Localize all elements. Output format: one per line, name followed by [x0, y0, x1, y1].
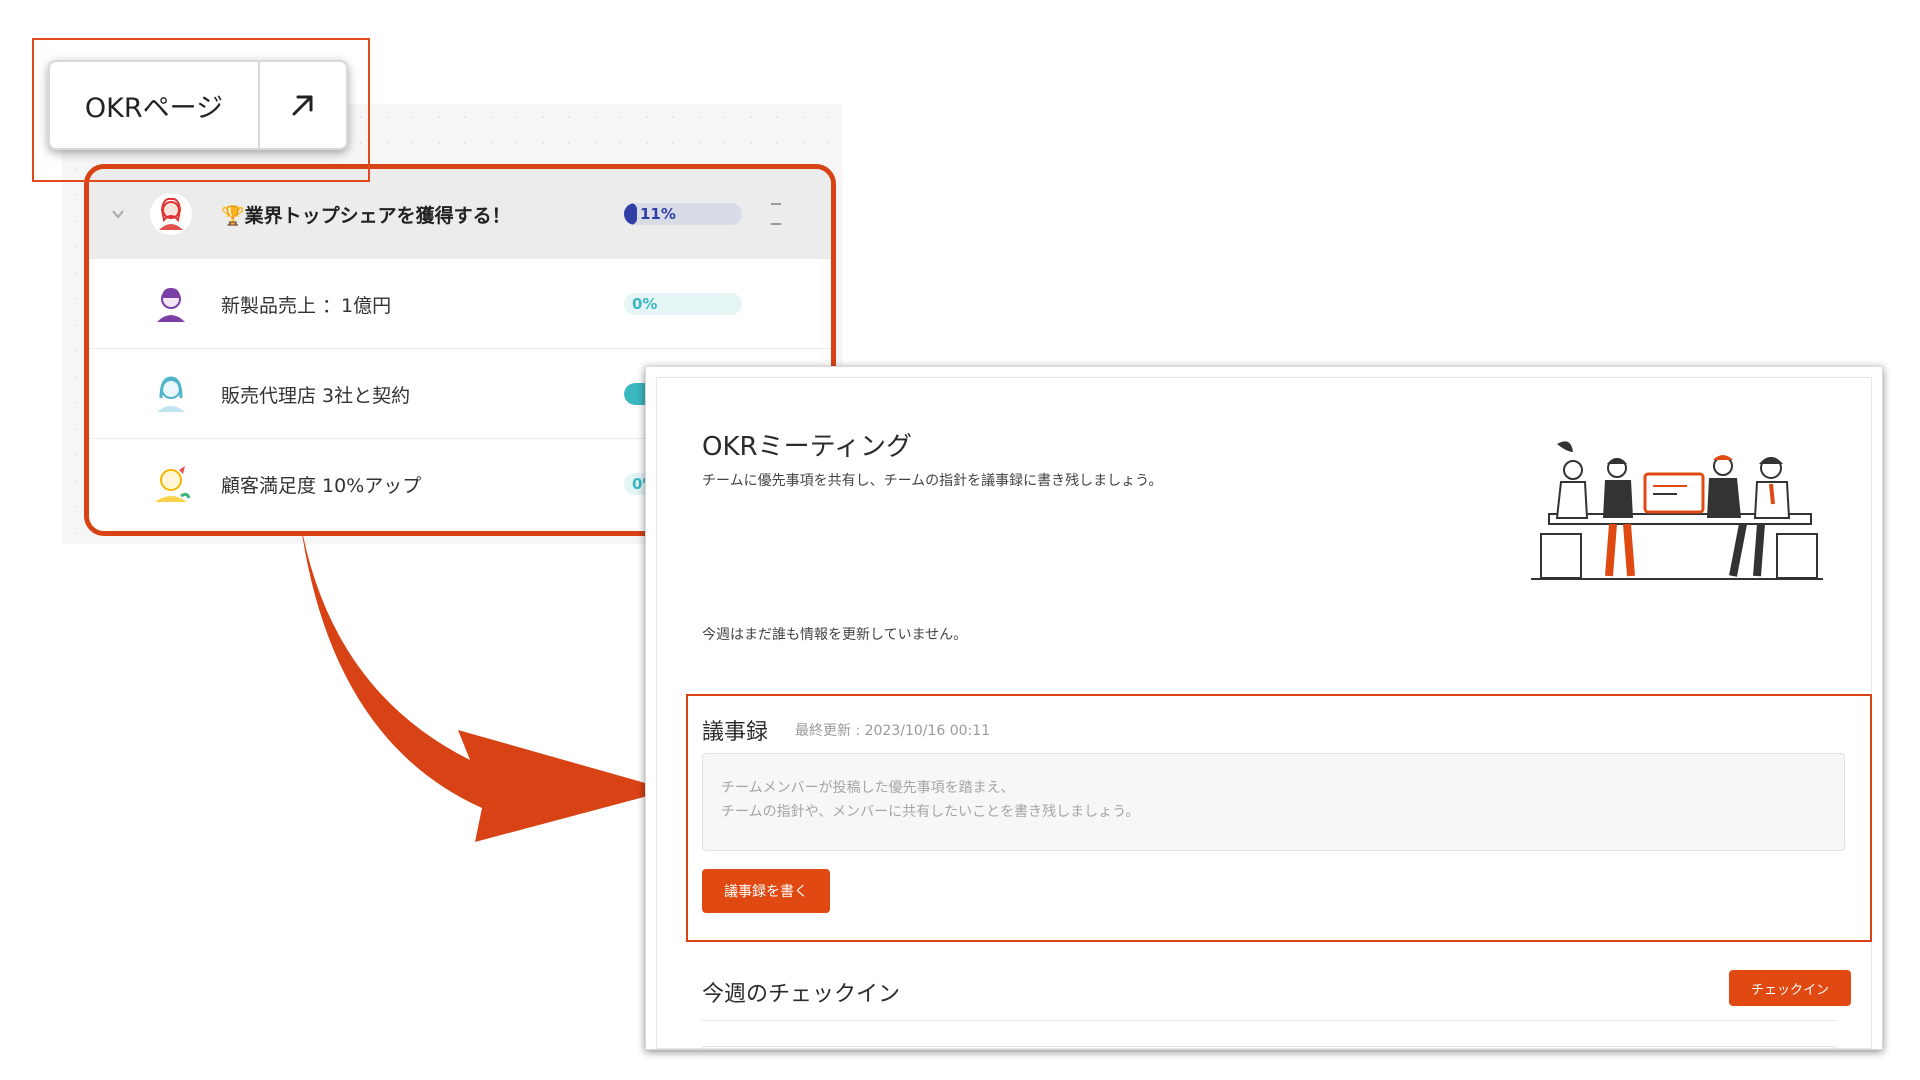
key-result-title: 新製品売上 ：1億円	[221, 294, 392, 317]
meeting-card-inner: OKRミーティング チームに優先事項を共有し、チームの指針を議事録に書き残しまし…	[656, 377, 1872, 1049]
page-subtitle: チームに優先事項を共有し、チームの指針を議事録に書き残しましょう。	[702, 473, 1163, 489]
objective-progress-bar: 11%	[624, 203, 742, 225]
objective-row[interactable]: 🏆業界トップシェアを獲得する！ 11%	[89, 169, 831, 259]
okr-page-button-label: OKRページ	[50, 62, 260, 148]
curved-arrow-icon	[300, 520, 670, 842]
avatar	[157, 376, 185, 412]
write-minutes-button[interactable]: 議事録を書く	[702, 869, 830, 913]
key-result-title: 販売代理店 3社と契約	[221, 384, 411, 407]
avatar	[150, 193, 192, 235]
key-result-title: 顧客満足度 10%アップ	[221, 474, 422, 497]
avatar	[157, 288, 185, 322]
page-title: OKRミーティング	[702, 432, 913, 462]
okr-meeting-card: OKRミーティング チームに優先事項を共有し、チームの指針を議事録に書き残しまし…	[645, 366, 1883, 1050]
minutes-placeholder-line: チームの指針や、メンバーに共有したいことを書き残しましょう。	[721, 804, 1140, 820]
chevron-down-icon[interactable]	[111, 207, 125, 221]
minutes-placeholder-line: チームメンバーが投稿した優先事項を踏まえ、	[721, 780, 1015, 796]
team-meeting-illustration	[1531, 441, 1823, 580]
objective-title: 🏆業界トップシェアを獲得する！	[221, 204, 511, 227]
checkin-button[interactable]: チェックイン	[1729, 970, 1851, 1006]
avatar	[155, 466, 191, 502]
section-divider	[702, 1020, 1837, 1021]
minutes-heading: 議事録	[702, 720, 769, 745]
checkin-heading: 今週のチェックイン	[702, 982, 901, 1007]
minutes-textarea[interactable]: チームメンバーが投稿した優先事項を踏まえ、 チームの指針や、メンバーに共有したい…	[702, 753, 1845, 851]
okr-page-button[interactable]: OKRページ	[48, 60, 348, 150]
progress-fill	[624, 203, 637, 225]
menu-dash-icon[interactable]	[769, 196, 783, 232]
external-link-arrow-icon[interactable]	[260, 62, 346, 148]
progress-label: 0%	[632, 295, 658, 313]
no-update-message: 今週はまだ誰も情報を更新していません。	[702, 627, 968, 643]
key-result-progress-bar: 0%	[624, 293, 742, 315]
key-result-row[interactable]: 新製品売上 ：1億円 0%	[89, 259, 831, 349]
progress-label: 11%	[640, 205, 676, 223]
minutes-last-updated: 最終更新 : 2023/10/16 00:11	[795, 723, 991, 739]
checkin-list-container	[702, 1046, 1837, 1049]
